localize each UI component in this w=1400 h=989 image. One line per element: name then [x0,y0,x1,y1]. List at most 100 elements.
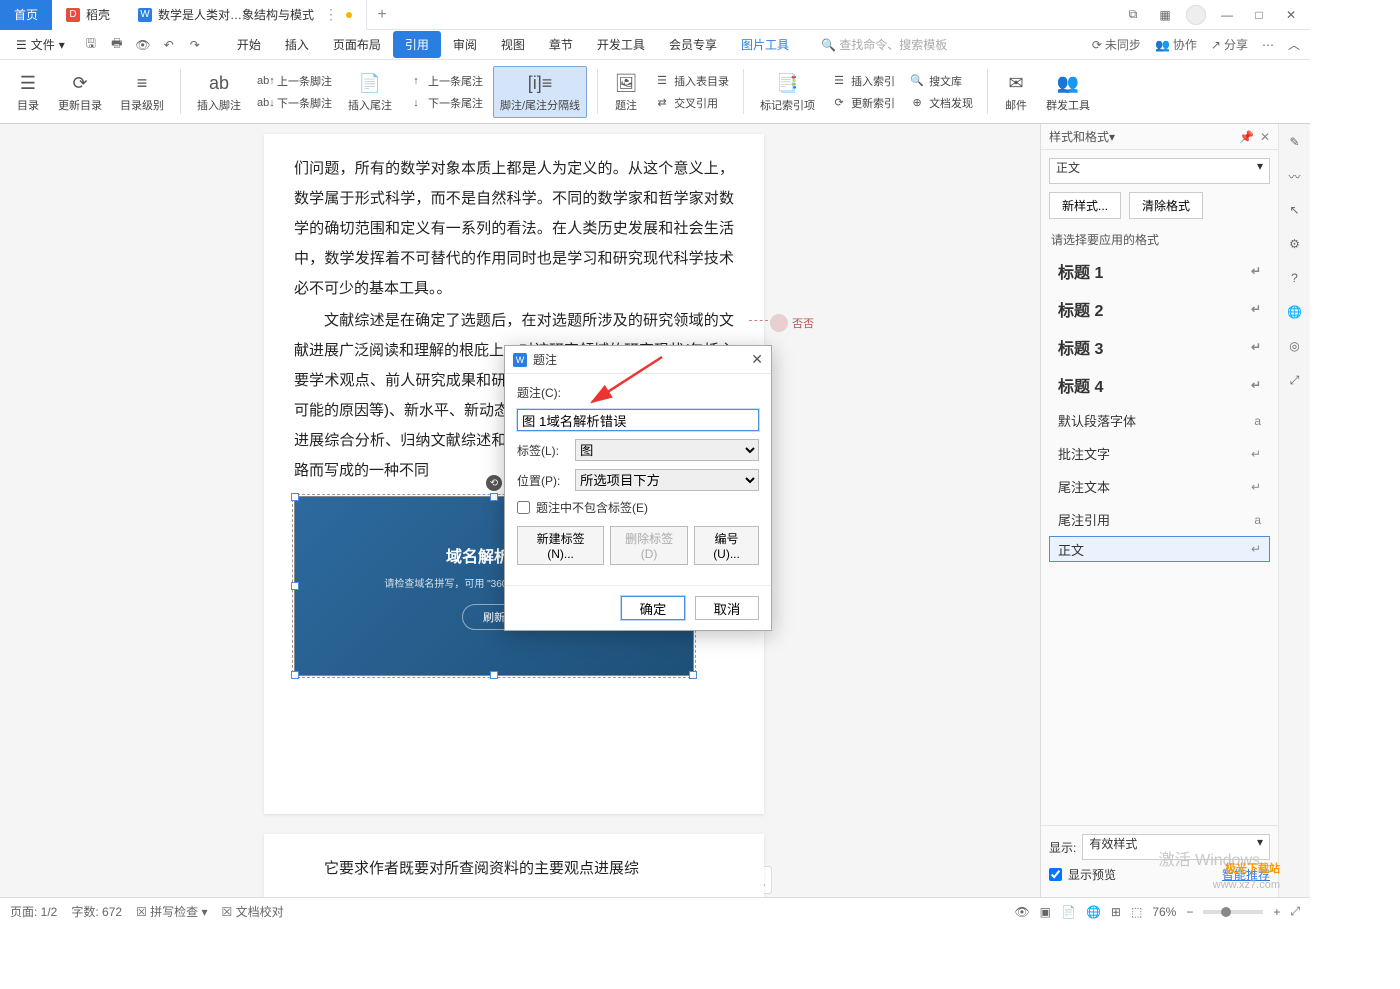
rail-expand-icon[interactable]: ⤢ [1285,370,1305,390]
menu-insert[interactable]: 插入 [273,31,321,58]
menu-reference[interactable]: 引用 [393,31,441,58]
style-item[interactable]: 标题 1↵ [1049,252,1270,290]
rail-settings-icon[interactable]: ⚙ [1285,234,1305,254]
view-outline-icon[interactable]: ⊞ [1111,905,1121,919]
rail-cursor-icon[interactable]: ↖ [1285,200,1305,220]
style-item[interactable]: 尾注文本↵ [1049,470,1270,503]
insert-index-button[interactable]: ☰插入索引 [827,71,899,91]
tab-home[interactable]: 首页 [0,0,52,30]
caption-input[interactable] [517,409,759,431]
command-search[interactable]: 🔍 查找命令、搜索模板 [821,36,947,53]
position-select[interactable]: 所选项目下方 [575,469,759,491]
tab-menu-icon[interactable]: ⋮ [324,6,338,23]
maximize-icon[interactable]: □ [1248,4,1270,26]
new-label-button[interactable]: 新建标签(N)... [517,526,604,565]
menu-view[interactable]: 视图 [489,31,537,58]
numbering-button[interactable]: 编号(U)... [694,526,759,565]
footnote-separator-button[interactable]: [i]≡脚注/尾注分隔线 [493,66,587,118]
proofread-toggle[interactable]: ☒ 文档校对 [222,903,284,920]
menu-devtools[interactable]: 开发工具 [585,31,657,58]
doc-discover-button[interactable]: ⊕文档发现 [905,93,977,113]
style-item[interactable]: 标题 3↵ [1049,328,1270,366]
share-button[interactable]: ↗ 分享 [1211,36,1248,53]
minimize-icon[interactable]: — [1216,4,1238,26]
comment-indicator[interactable]: 否否 [770,314,814,332]
preview-icon[interactable]: 👁 [133,35,153,55]
prev-footnote-button[interactable]: ab↑上一条脚注 [253,71,336,91]
style-item[interactable]: 批注文字↵ [1049,437,1270,470]
zoom-in-icon[interactable]: + [1273,905,1280,919]
clear-format-button[interactable]: 清除格式 [1129,192,1203,219]
caption-button[interactable]: 🖼题注 [608,67,644,117]
rotate-handle-icon[interactable]: ⟲ [486,475,502,491]
preview-checkbox[interactable] [1049,868,1062,881]
menu-layout[interactable]: 页面布局 [321,31,393,58]
menu-start[interactable]: 开始 [225,31,273,58]
rail-select-icon[interactable]: ✎ [1285,132,1305,152]
next-footnote-button[interactable]: ab↓下一条脚注 [253,93,336,113]
cross-reference-button[interactable]: ⇄交叉引用 [650,93,733,113]
close-panel-icon[interactable]: ✕ [1260,130,1270,144]
coop-button[interactable]: 👥 协作 [1155,36,1197,53]
style-item[interactable]: 标题 4↵ [1049,366,1270,404]
rail-translate-icon[interactable]: 🌐 [1285,302,1305,322]
close-window-icon[interactable]: ✕ [1280,4,1302,26]
next-endnote-button[interactable]: ↓下一条尾注 [404,93,487,113]
rail-location-icon[interactable]: ◎ [1285,336,1305,356]
dialog-close-icon[interactable]: ✕ [751,351,763,368]
file-menu-button[interactable]: ☰ 文件 ▾ [10,34,71,55]
view-reading-icon[interactable]: 👁 [1014,905,1029,919]
resize-handle[interactable] [689,671,697,679]
mass-send-button[interactable]: 👥群发工具 [1040,67,1096,117]
current-style-select[interactable]: 正文 ▾ [1049,158,1270,184]
tab-daoke[interactable]: D 稻壳 [52,0,124,30]
apps-grid-icon[interactable]: ▦ [1154,4,1176,26]
window-mode-icon[interactable]: ⧉ [1122,4,1144,26]
ok-button[interactable]: 确定 [621,596,685,620]
menu-section[interactable]: 章节 [537,31,585,58]
page-indicator[interactable]: 页面: 1/2 [10,903,57,920]
zoom-value[interactable]: 76% [1152,905,1176,919]
view-print-icon[interactable]: 📄 [1061,905,1076,919]
toc-button[interactable]: ☰目录 [10,67,46,117]
zoom-out-icon[interactable]: − [1186,905,1193,919]
insert-table-figures-button[interactable]: ☰插入表目录 [650,71,733,91]
style-item[interactable]: 正文↵ [1049,536,1270,562]
update-toc-button[interactable]: ⟳更新目录 [52,67,108,117]
view-web-icon[interactable]: 🌐 [1086,905,1101,919]
view-focus-icon[interactable]: ▣ [1040,905,1051,919]
resize-handle[interactable] [291,493,299,501]
word-count[interactable]: 字数: 672 [71,903,122,920]
mark-index-button[interactable]: 📑标记索引项 [754,67,821,117]
search-library-button[interactable]: 🔍搜文库 [905,71,977,91]
add-tab-button[interactable]: + [367,6,397,24]
page-2[interactable]: 它要求作者既要对所查阅资料的主要观点进展综 [264,834,764,897]
more-icon[interactable]: ⋯ [1262,38,1274,52]
insert-footnote-button[interactable]: ab插入脚注 [191,67,247,117]
new-style-button[interactable]: 新样式... [1049,192,1121,219]
dialog-titlebar[interactable]: W 题注 ✕ [505,346,771,374]
resize-handle[interactable] [291,582,299,590]
insert-endnote-button[interactable]: 📄插入尾注 [342,67,398,117]
style-item[interactable]: 标题 2↵ [1049,290,1270,328]
fit-width-icon[interactable]: ⬚ [1131,905,1142,919]
style-item[interactable]: 尾注引用a [1049,503,1270,536]
rail-help-icon[interactable]: ? [1285,268,1305,288]
tab-document[interactable]: W 数学是人类对…象结构与模式 ⋮ [124,0,367,30]
toc-level-button[interactable]: ≡目录级别 [114,67,170,117]
mail-button[interactable]: ✉邮件 [998,67,1034,117]
resize-handle[interactable] [490,671,498,679]
label-select[interactable]: 图 [575,439,759,461]
undo-icon[interactable]: ↶ [159,35,179,55]
style-item[interactable]: 默认段落字体a [1049,404,1270,437]
print-icon[interactable]: 🖶 [107,35,127,55]
menu-review[interactable]: 审阅 [441,31,489,58]
prev-endnote-button[interactable]: ↑上一条尾注 [404,71,487,91]
sync-status[interactable]: ⟳ 未同步 [1092,36,1141,53]
pin-panel-icon[interactable]: 📌 [1239,130,1254,144]
exclude-label-checkbox[interactable] [517,501,530,514]
collapse-ribbon-icon[interactable]: ︿ [1288,36,1300,53]
fullscreen-icon[interactable]: ⤢ [1290,904,1300,919]
rail-style-icon[interactable]: 〰 [1285,166,1305,186]
spellcheck-toggle[interactable]: ☒ 拼写检查 ▾ [136,903,207,920]
